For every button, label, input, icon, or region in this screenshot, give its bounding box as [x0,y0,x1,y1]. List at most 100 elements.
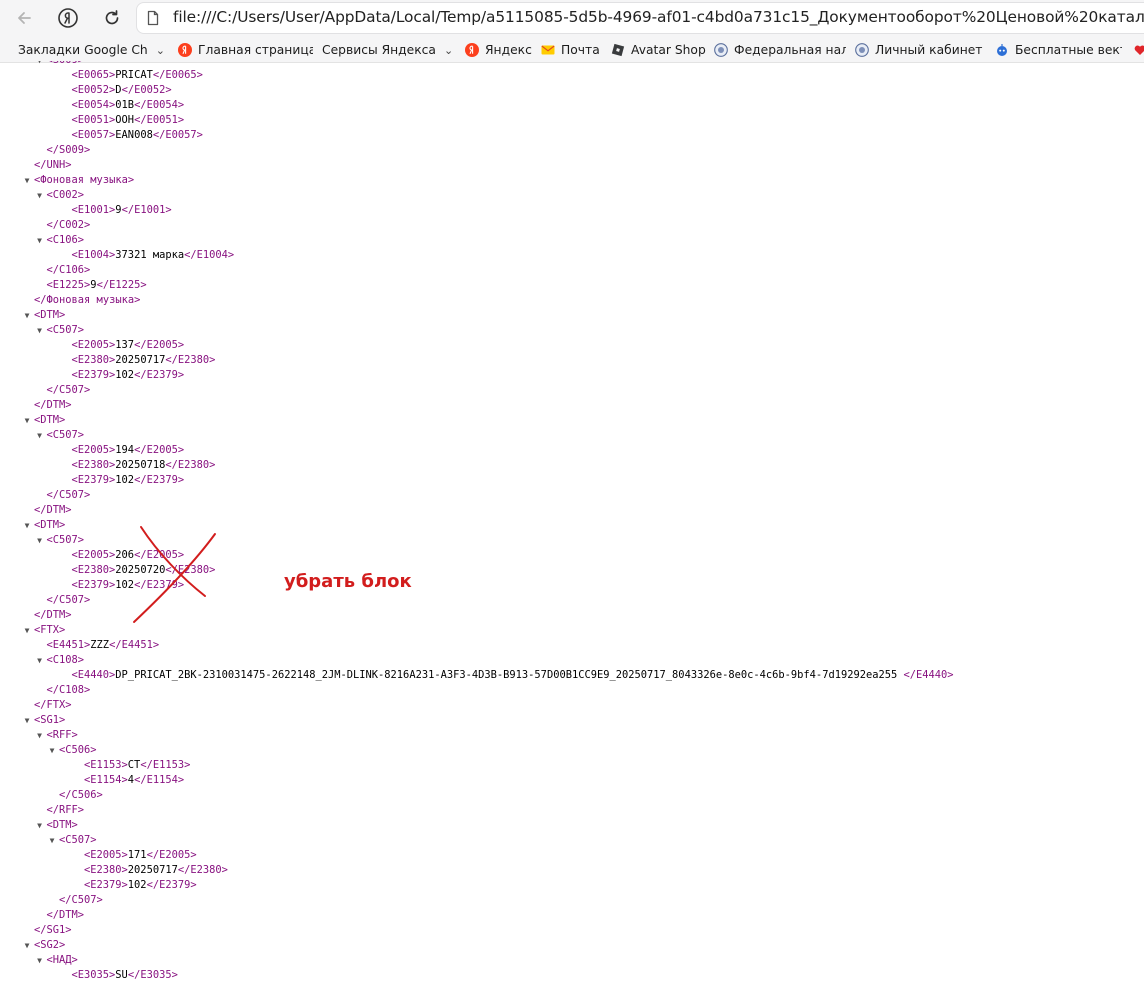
xml-tag: </E2380> [165,564,216,576]
collapse-toggle[interactable]: ▼ [35,428,45,443]
bookmark-free-vectors[interactable]: Бесплатные векто [995,41,1122,59]
heart-icon[interactable] [1134,44,1144,56]
xml-tag: <E2005> [84,849,128,861]
xml-tag: </E4440> [903,669,954,681]
collapse-toggle[interactable]: ▼ [47,833,57,848]
xml-tag: </E1225> [96,279,147,291]
xml-tag: <E3035> [71,969,116,981]
collapse-toggle[interactable]: ▼ [22,173,32,188]
browser-toolbar: file:///C:/Users/User/AppData/Local/Temp… [0,0,1144,36]
bookmark-yandex[interactable]: Яндекс [465,41,535,59]
blue-bot-icon [997,44,1007,56]
yandex-browser-button[interactable] [54,4,82,32]
xml-line: <E2005>206</E2005> [72,548,185,563]
xml-tag: </C106> [46,264,91,276]
xml-line: <S009> [47,61,85,68]
chevron-down-icon: ⌄ [443,43,454,57]
bookmark-personal-cabinet[interactable]: Личный кабинет [855,41,986,59]
xml-text: 37321 марка [115,249,185,261]
collapse-toggle[interactable]: ▼ [35,533,45,548]
xml-line: </UNH> [34,158,72,173]
collapse-toggle[interactable]: ▼ [35,188,45,203]
collapse-toggle[interactable]: ▼ [35,323,45,338]
xml-line: <C507> [47,533,85,548]
xml-line: <SG2> [34,938,65,953]
bookmark-label: Avatar Shop [631,43,706,57]
xml-line: </SG1> [34,923,72,938]
xml-tag: <E0052> [71,84,116,96]
file-icon [147,10,159,26]
collapse-toggle[interactable]: ▼ [35,818,45,833]
xml-tag: </E1153> [140,759,191,771]
bookmark-fns[interactable]: Федеральная нал [714,41,846,59]
xml-tag: </E0054> [134,99,185,111]
bookmark-folder-yandex-services[interactable]: Сервисы Яндекса ⌄ [322,41,454,59]
xml-tag: <C002> [46,189,85,201]
collapse-toggle[interactable]: ▼ [35,61,45,68]
xml-tag: <E2005> [71,339,116,351]
address-bar[interactable]: file:///C:/Users/User/AppData/Local/Temp… [136,2,1144,34]
xml-line: <E4440>DP_PRICAT_2BK-2310031475-2622148_… [72,668,954,683]
back-button[interactable] [10,4,38,32]
xml-tag: </E1004> [184,249,235,261]
xml-tag: <E2005> [71,549,116,561]
xml-line: <E2005>171</E2005> [84,848,197,863]
xml-line: </C002> [47,218,91,233]
xml-tag: <C108> [46,654,85,666]
xml-line: <DTM> [34,413,65,428]
xml-tag: </E3035> [127,969,178,981]
xml-line: <E0051>OOH</E0051> [72,113,185,128]
xml-text: 171 [127,849,147,861]
xml-text: 102 [127,879,147,891]
xml-line: <DTM> [47,818,78,833]
xml-line: <E1225>9</E1225> [47,278,147,293]
xml-text: 20250720 [115,564,166,576]
xml-line: </Фоновая музыка> [34,293,140,308]
chevron-down-icon: ⌄ [155,43,165,57]
collapse-toggle[interactable]: ▼ [22,308,32,323]
xml-line: <RFF> [47,728,78,743]
collapse-toggle[interactable]: ▼ [35,653,45,668]
collapse-toggle[interactable]: ▼ [35,728,45,743]
collapse-toggle[interactable]: ▼ [22,518,32,533]
collapse-toggle[interactable]: ▼ [22,938,32,953]
collapse-toggle[interactable]: ▼ [35,233,45,248]
reload-button[interactable] [98,4,126,32]
xml-tag: <C106> [46,234,85,246]
xml-line: <E2005>194</E2005> [72,443,185,458]
collapse-toggle[interactable]: ▼ [22,413,32,428]
xml-tag: <E2380> [71,459,116,471]
bookmark-label: Почта [561,43,600,57]
bookmark-avatar-shop[interactable]: Avatar Shop [611,41,707,59]
address-text[interactable]: file:///C:/Users/User/AppData/Local/Temp… [173,8,1144,26]
xml-line: <C108> [47,653,85,668]
xml-tag: <E1225> [46,279,91,291]
xml-tag: <FTX> [34,624,66,636]
bookmark-folder-google[interactable]: Закладки Google Ch ⌄ [18,41,168,59]
xml-text: 102 [115,579,135,591]
xml-tag: <E2380> [71,354,116,366]
xml-line: <E1001>9</E1001> [72,203,172,218]
collapse-toggle[interactable]: ▼ [47,743,57,758]
collapse-toggle[interactable]: ▼ [35,953,45,968]
xml-line: <E2005>137</E2005> [72,338,185,353]
xml-line: <E2379>102</E2379> [72,368,185,383]
collapse-toggle[interactable]: ▼ [22,623,32,638]
xml-tag: </E2005> [134,339,185,351]
xml-tag: <E2379> [71,579,116,591]
xml-tag: </E0065> [152,69,203,81]
bookmark-mail[interactable]: Почта [541,41,605,59]
xml-tag: </E2379> [134,474,185,486]
bookmark-label: Федеральная нал [734,43,846,57]
yandex-browser-icon [58,8,78,28]
xml-tag: </DTM> [46,909,85,921]
xml-tag: <SG1> [34,714,66,726]
xml-tag: </E2379> [134,579,185,591]
xml-tag: <E0051> [71,114,116,126]
bookmark-main-page[interactable]: Главная страница [178,41,313,59]
xml-tag: <C507> [59,834,97,846]
xml-line: <DTM> [34,308,65,323]
collapse-toggle[interactable]: ▼ [22,713,32,728]
xml-tag: <E2379> [71,474,116,486]
xml-tag: <Фоновая музыка> [34,174,135,186]
